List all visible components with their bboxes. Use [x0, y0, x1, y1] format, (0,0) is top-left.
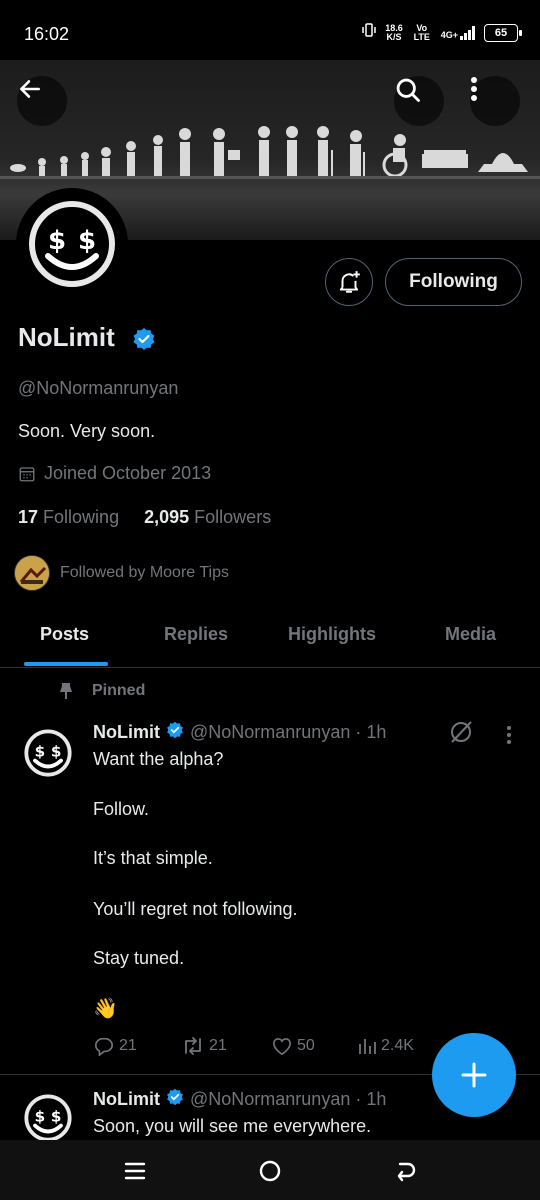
- verified-badge-icon: [166, 1088, 184, 1111]
- bell-plus-icon: [339, 271, 360, 293]
- followed-by[interactable]: Followed by Moore Tips: [14, 555, 229, 591]
- verified-badge-icon: [132, 327, 156, 356]
- tab-media[interactable]: Media: [445, 624, 496, 645]
- profile-avatar[interactable]: $ $: [16, 188, 128, 300]
- post-avatar[interactable]: $ $: [22, 1092, 74, 1144]
- notify-button[interactable]: [325, 258, 373, 306]
- post-text-line: Want the alpha?: [93, 749, 224, 769]
- status-bar: 16:02 18.6 K/S Vo LTE 4G+ 65: [0, 0, 540, 60]
- search-button[interactable]: [394, 76, 444, 126]
- post-more-icon[interactable]: [506, 725, 512, 750]
- repost-button[interactable]: 21: [181, 1036, 227, 1056]
- reply-icon: [95, 1037, 113, 1056]
- volte-indicator: Vo LTE: [413, 22, 430, 42]
- back-arrow-icon: [20, 80, 40, 98]
- reply-button[interactable]: 21: [93, 1036, 137, 1056]
- dollar-smiley-icon: $ $: [24, 1094, 72, 1142]
- svg-text:$: $: [35, 742, 46, 760]
- post-author-name[interactable]: NoLimit: [93, 1089, 160, 1110]
- battery-indicator: 65: [484, 23, 522, 42]
- followers-stat[interactable]: 2,095 Followers: [144, 507, 271, 527]
- profile-tabs: Posts Replies Highlights Media: [0, 604, 540, 668]
- post-author-name[interactable]: NoLimit: [93, 722, 160, 743]
- back-nav-icon: [397, 1162, 416, 1182]
- like-button[interactable]: 50: [271, 1036, 315, 1056]
- dollar-smiley-icon: $ $: [24, 729, 72, 777]
- tab-highlights[interactable]: Highlights: [288, 624, 376, 645]
- svg-text:$: $: [78, 226, 96, 256]
- search-icon: [396, 78, 420, 102]
- views-button[interactable]: 2.4K: [357, 1036, 414, 1056]
- tab-posts[interactable]: Posts: [40, 624, 89, 645]
- status-time: 16:02: [24, 24, 70, 44]
- post-text-line: Soon, you will see me everywhere.: [93, 1116, 372, 1136]
- plus-icon: [461, 1062, 487, 1088]
- profile-name: NoLimit: [18, 322, 115, 352]
- repost-icon: [185, 1037, 201, 1055]
- status-icons: 18.6 K/S Vo LTE 4G+ 65: [361, 22, 522, 43]
- post-actions: 21 21 50 2.4K: [93, 1036, 433, 1060]
- pinned-label: Pinned: [58, 682, 145, 700]
- system-nav-bar: [0, 1140, 540, 1200]
- post-text-line: Stay tuned.: [93, 948, 185, 968]
- post-avatar[interactable]: $ $: [22, 727, 74, 779]
- network-speed: 18.6 K/S: [385, 22, 403, 42]
- more-vertical-icon: [471, 77, 477, 101]
- wave-emoji: 👋: [93, 998, 118, 1020]
- following-stat[interactable]: 17 Following: [18, 507, 119, 527]
- following-button[interactable]: Following: [385, 258, 522, 306]
- grok-icon[interactable]: [448, 719, 474, 750]
- heart-icon: [272, 1038, 292, 1056]
- joined-date: Joined October 2013: [18, 463, 211, 484]
- compose-button[interactable]: [432, 1033, 516, 1117]
- svg-text:$: $: [48, 226, 66, 256]
- dollar-smiley-icon: $ $: [29, 201, 115, 287]
- follower-avatar: [14, 555, 50, 591]
- back-nav-button[interactable]: [394, 1159, 418, 1188]
- home-button[interactable]: [258, 1159, 282, 1188]
- more-options-button[interactable]: [470, 76, 520, 126]
- signal-indicator: 4G+: [441, 25, 476, 40]
- pin-icon: [60, 683, 72, 699]
- post-text-line: Follow.: [93, 799, 150, 819]
- vibrate-icon: [361, 22, 377, 43]
- post-meta: @NoNormanrunyan · 1h: [190, 1089, 387, 1109]
- calendar-icon: [19, 466, 35, 481]
- back-button[interactable]: [17, 76, 67, 126]
- active-tab-indicator: [24, 662, 108, 666]
- post-header: NoLimit @NoNormanrunyan · 1h: [93, 1088, 386, 1111]
- profile-bio: Soon. Very soon.: [18, 421, 156, 441]
- analytics-icon: [359, 1039, 376, 1054]
- post-text-line: You’ll regret not following.: [93, 899, 298, 919]
- svg-text:$: $: [35, 1107, 46, 1125]
- post-text-line: It’s that simple.: [93, 848, 213, 868]
- svg-text:$: $: [51, 742, 62, 760]
- post-header: NoLimit @NoNormanrunyan · 1h: [93, 721, 386, 744]
- verified-badge-icon: [166, 721, 184, 744]
- svg-text:$: $: [51, 1107, 62, 1125]
- follow-stats: 17 Following 2,095 Followers: [18, 507, 271, 528]
- menu-lines-icon: [124, 1162, 146, 1180]
- home-circle-icon: [259, 1160, 281, 1182]
- tab-replies[interactable]: Replies: [164, 624, 228, 645]
- profile-handle: @NoNormanrunyan: [18, 378, 179, 398]
- recent-apps-button[interactable]: [124, 1160, 146, 1187]
- post-meta: @NoNormanrunyan · 1h: [190, 722, 387, 742]
